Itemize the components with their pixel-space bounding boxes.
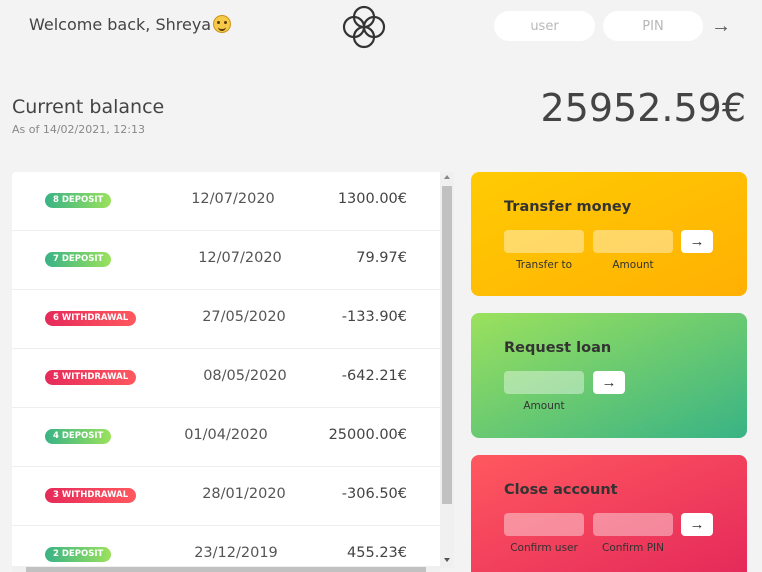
request-loan-card: Request loan → Amount xyxy=(471,313,747,438)
movement-date: 12/07/2020 xyxy=(198,250,282,266)
movement-amount: 25000.00€ xyxy=(328,427,407,443)
bankist-logo-icon xyxy=(342,5,386,49)
movements-list[interactable]: 8 deposit 12/07/2020 1300.00€ 7 deposit … xyxy=(12,172,440,572)
close-title: Close account xyxy=(504,482,618,498)
movement-row: 3 withdrawal 28/01/2020 -306.50€ xyxy=(12,467,440,526)
transfer-amount-label: Amount xyxy=(612,259,654,271)
confirm-pin-input[interactable] xyxy=(593,513,673,536)
transfer-to-input[interactable] xyxy=(504,230,584,253)
movement-row: 4 deposit 01/04/2020 25000.00€ xyxy=(12,408,440,467)
movement-amount: 79.97€ xyxy=(356,250,407,266)
movement-row: 6 withdrawal 27/05/2020 -133.90€ xyxy=(12,290,440,349)
login-user-input[interactable] xyxy=(494,11,595,41)
movement-date: 08/05/2020 xyxy=(203,368,287,384)
movement-date: 27/05/2020 xyxy=(202,309,286,325)
welcome-text: Welcome back, Shreya xyxy=(29,15,212,34)
movement-row: 7 deposit 12/07/2020 79.97€ xyxy=(12,231,440,290)
movement-type-badge: 4 deposit xyxy=(45,429,112,444)
movement-date: 28/01/2020 xyxy=(202,486,286,502)
scrollbar-thumb[interactable] xyxy=(442,186,452,504)
close-submit-button[interactable]: → xyxy=(681,513,713,536)
transfer-money-card: Transfer money → Transfer to Amount xyxy=(471,172,747,296)
confirm-pin-label: Confirm PIN xyxy=(601,542,664,554)
movement-row: 5 withdrawal 08/05/2020 -642.21€ xyxy=(12,349,440,408)
top-nav: Welcome back, Shreya → xyxy=(0,0,762,54)
transfer-to-label: Transfer to xyxy=(515,259,573,271)
movement-amount: -133.90€ xyxy=(341,309,407,325)
scroll-down-arrow-icon[interactable] xyxy=(444,558,450,562)
movement-type-badge: 3 withdrawal xyxy=(45,488,137,503)
movement-amount: -642.21€ xyxy=(341,368,407,384)
movement-type-badge: 5 withdrawal xyxy=(45,370,137,385)
loan-title: Request loan xyxy=(504,340,612,356)
movement-amount: 1300.00€ xyxy=(337,191,407,207)
movements-vertical-scrollbar[interactable] xyxy=(440,172,454,568)
login-pin-input[interactable] xyxy=(603,11,703,41)
loan-amount-input[interactable] xyxy=(504,371,584,394)
movement-type-badge: 6 withdrawal xyxy=(45,311,137,326)
balance-value: 25952.59€ xyxy=(540,86,747,130)
loan-submit-button[interactable]: → xyxy=(593,371,625,394)
movement-type-badge: 7 deposit xyxy=(45,252,112,267)
confirm-user-input[interactable] xyxy=(504,513,584,536)
confirm-user-label: Confirm user xyxy=(510,542,578,554)
transfer-submit-button[interactable]: → xyxy=(681,230,713,253)
scroll-up-arrow-icon[interactable] xyxy=(444,175,450,179)
balance-date: As of 14/02/2021, 12:13 xyxy=(12,123,145,136)
movement-date: 23/12/2019 xyxy=(194,545,278,561)
login-arrow-button[interactable]: → xyxy=(708,14,734,38)
loan-amount-label: Amount xyxy=(523,400,565,412)
movement-amount: -306.50€ xyxy=(341,486,407,502)
close-account-card: Close account → Confirm user Confirm PIN xyxy=(471,455,747,572)
movement-type-badge: 2 deposit xyxy=(45,547,112,562)
balance-label: Current balance xyxy=(12,96,165,118)
grinning-face-emoji-icon xyxy=(213,15,232,33)
transfer-amount-input[interactable] xyxy=(593,230,673,253)
movement-row: 8 deposit 12/07/2020 1300.00€ xyxy=(12,172,440,231)
movement-date: 01/04/2020 xyxy=(184,427,268,443)
movement-amount: 455.23€ xyxy=(347,545,407,561)
movement-type-badge: 8 deposit xyxy=(45,193,112,208)
movement-date: 12/07/2020 xyxy=(191,191,275,207)
scrollbar-thumb[interactable] xyxy=(26,567,426,572)
welcome-message: Welcome back, Shreya xyxy=(29,15,232,34)
movements-horizontal-scrollbar[interactable] xyxy=(12,566,440,572)
transfer-title: Transfer money xyxy=(504,199,632,215)
